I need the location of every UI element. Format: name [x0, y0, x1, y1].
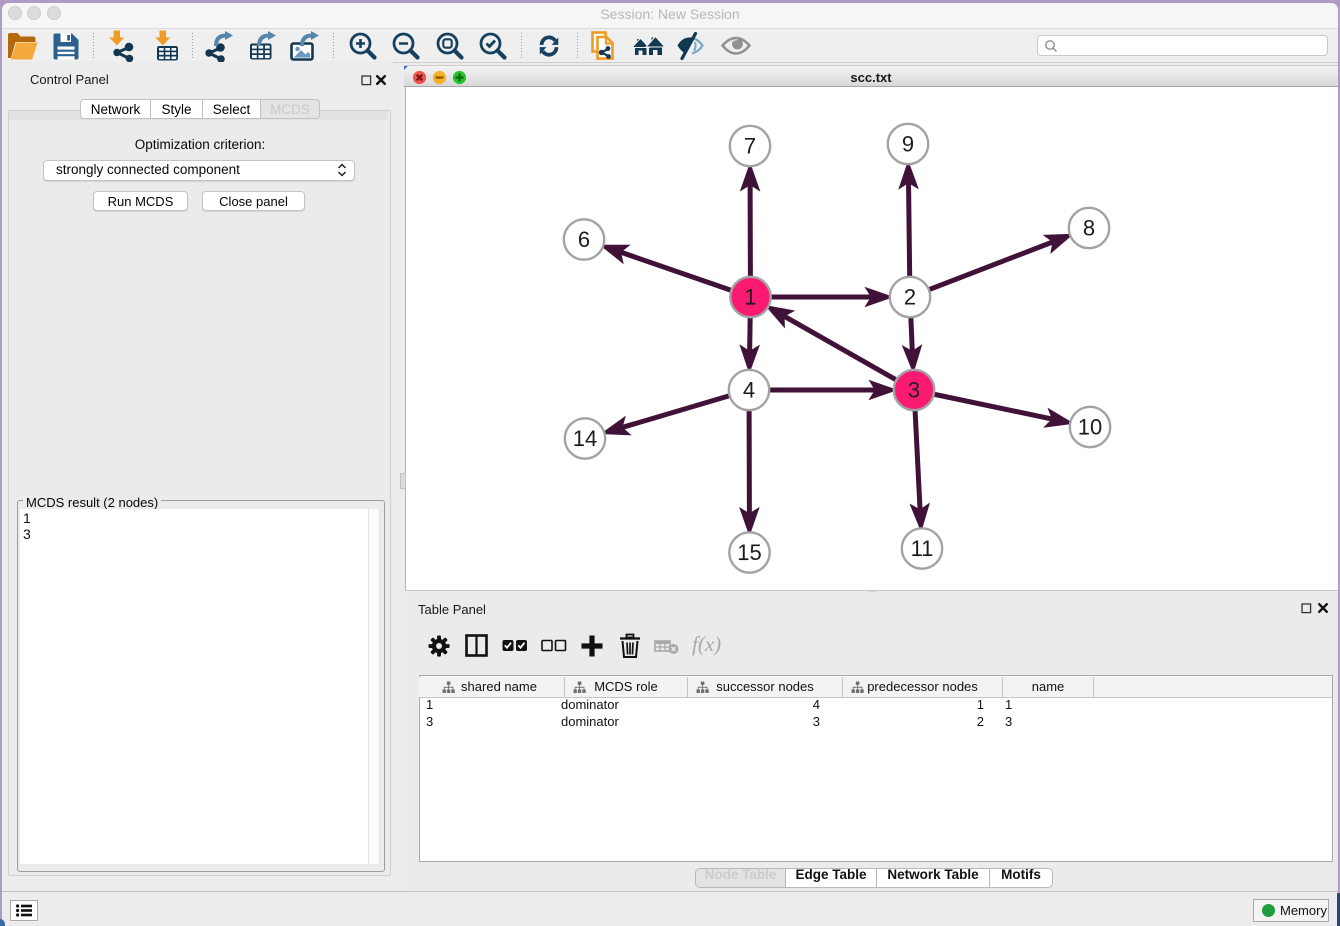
svg-text:7: 7: [744, 134, 756, 159]
svg-text:1: 1: [744, 285, 756, 310]
svg-text:9: 9: [902, 132, 914, 157]
svg-text:8: 8: [1083, 216, 1095, 241]
svg-text:11: 11: [911, 536, 934, 561]
svg-text:6: 6: [578, 227, 590, 252]
svg-text:3: 3: [908, 378, 920, 403]
svg-text:2: 2: [904, 285, 916, 310]
svg-text:15: 15: [737, 540, 761, 565]
svg-text:10: 10: [1078, 415, 1102, 440]
svg-text:14: 14: [573, 426, 597, 451]
svg-text:4: 4: [743, 378, 755, 403]
